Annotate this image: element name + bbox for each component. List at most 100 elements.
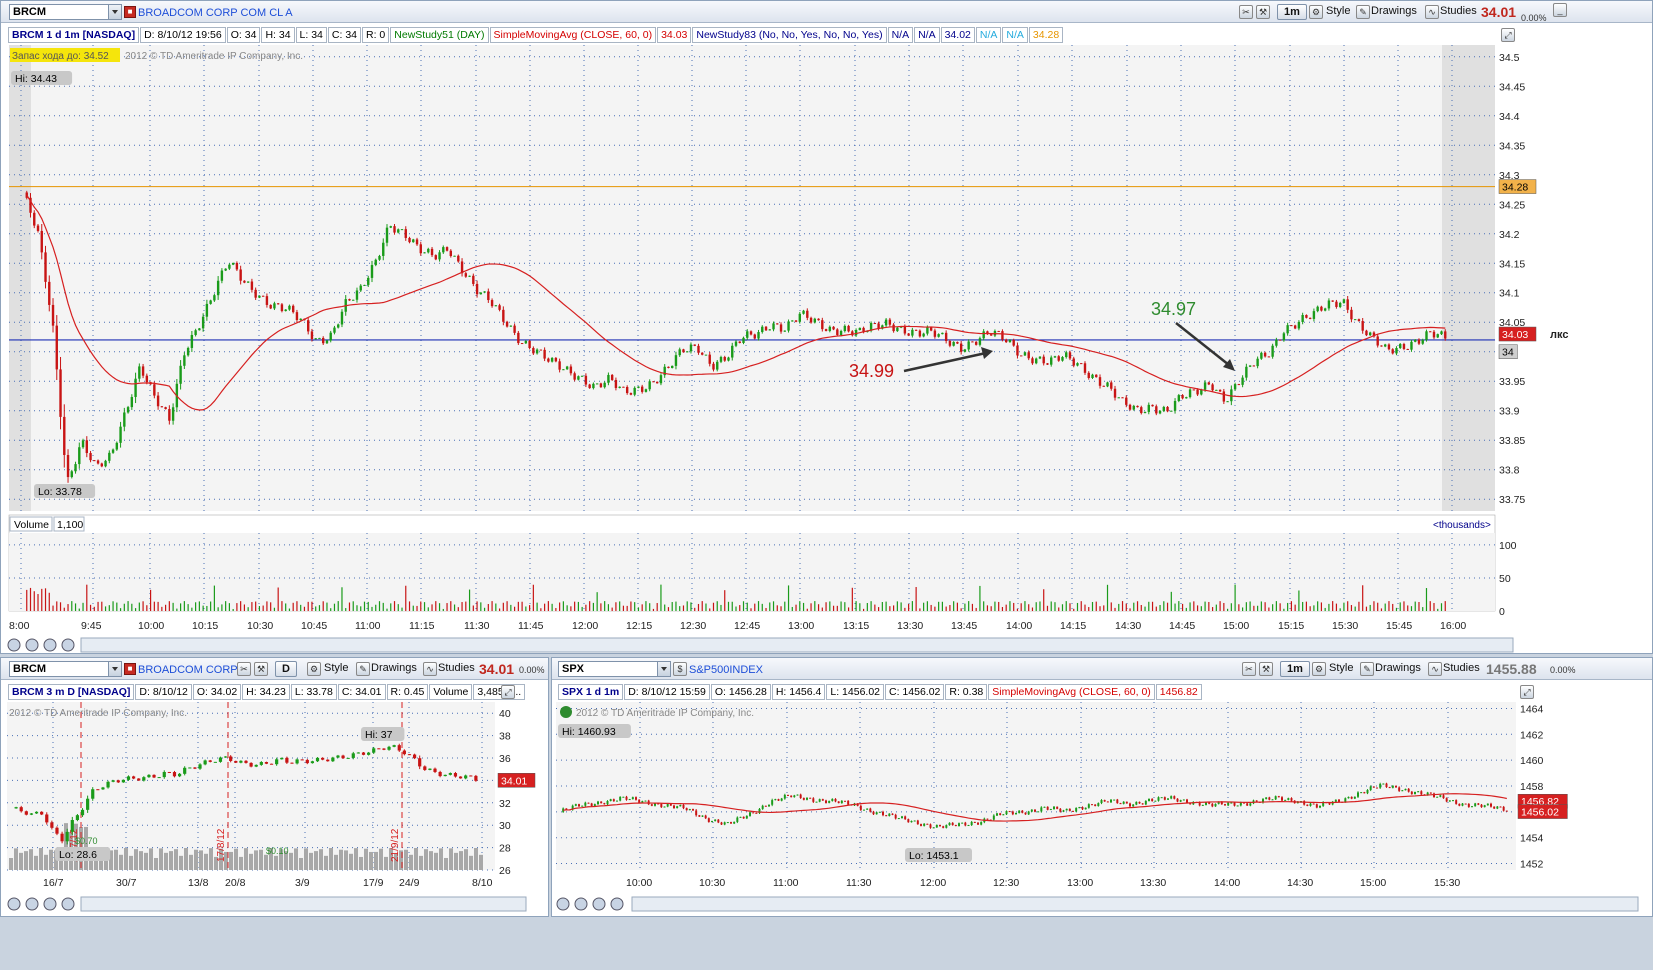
- main-candle: [115, 442, 119, 450]
- volume-bar: [154, 857, 158, 870]
- right-price-chart[interactable]: 2012 © TD Ameritrade IP Company, Inc. 145…: [552, 702, 1652, 916]
- studies-button[interactable]: Studies: [1437, 4, 1480, 20]
- main-candle: [213, 295, 216, 301]
- main-candle: [1248, 365, 1252, 367]
- main-candle: [933, 330, 937, 337]
- chevron-down-icon[interactable]: [108, 5, 121, 19]
- volume-bar: [304, 848, 308, 870]
- volume-bar: [419, 855, 423, 870]
- link-icon[interactable]: ■: [124, 6, 136, 18]
- spx-candle: [679, 804, 682, 807]
- left-candle: [75, 815, 80, 821]
- left-candle: [45, 814, 49, 823]
- spx-candle: [1091, 804, 1093, 806]
- zoom-out-icon: [25, 897, 39, 911]
- main-candle: [809, 317, 813, 323]
- style-button[interactable]: Style: [1323, 4, 1353, 20]
- spx-candle: [1043, 806, 1046, 808]
- spx-candle: [999, 813, 1002, 815]
- main-candle: [1050, 357, 1053, 365]
- left-style-button[interactable]: Style: [321, 661, 351, 677]
- right-symbol-selector[interactable]: SPX: [558, 661, 671, 677]
- volume-plot: [9, 533, 1495, 611]
- volume-bar: [169, 851, 173, 870]
- left-candle: [428, 768, 432, 770]
- main-candle: [1316, 306, 1319, 312]
- spx-candle: [1334, 799, 1337, 802]
- info-field: H: 1456.4: [771, 684, 826, 700]
- left-candle: [423, 766, 427, 770]
- symbol-selector[interactable]: BRCM: [9, 4, 122, 20]
- right-style-button[interactable]: Style: [1326, 661, 1356, 677]
- spx-candle: [1382, 783, 1385, 785]
- x-tick-label: 11:30: [464, 620, 490, 632]
- main-candle: [1252, 365, 1256, 367]
- main-candle: [1170, 410, 1173, 412]
- drawings-button[interactable]: Drawings: [1368, 4, 1420, 20]
- spx-candle: [723, 822, 726, 825]
- y-tick-label: 40: [499, 708, 511, 720]
- main-candle: [686, 351, 689, 353]
- spx-candle: [1328, 802, 1331, 805]
- wrench-icon[interactable]: ⚒: [254, 662, 268, 676]
- maximize-icon[interactable]: ⤢: [1501, 28, 1515, 42]
- main-candle: [1327, 300, 1331, 309]
- main-candle: [839, 331, 843, 336]
- spx-candle: [980, 822, 983, 825]
- pointer-icon: [610, 897, 624, 911]
- info-field: 34.02: [940, 27, 975, 43]
- scissors-icon[interactable]: ✂: [237, 662, 251, 676]
- window-minimize-icon[interactable]: _: [1553, 3, 1567, 17]
- scissors-icon[interactable]: ✂: [1242, 662, 1256, 676]
- volume-bar: [384, 856, 388, 870]
- right-period-button[interactable]: 1m: [1280, 661, 1310, 677]
- main-price-chart[interactable]: 34.534.4534.434.3534.334.2534.234.1534.1…: [1, 45, 1653, 653]
- spx-candle: [1129, 803, 1131, 807]
- spx-candle: [1496, 806, 1499, 809]
- left-studies-button[interactable]: Studies: [435, 661, 478, 677]
- spx-candle: [1021, 810, 1024, 813]
- spx-candle: [1027, 811, 1030, 815]
- left-period-button[interactable]: D: [275, 661, 297, 677]
- main-candle: [352, 299, 355, 301]
- main-candle: [963, 349, 967, 352]
- main-candle: [1087, 372, 1090, 379]
- main-candle: [1237, 384, 1241, 386]
- main-candle: [798, 313, 801, 322]
- volume-value: 1,100: [57, 519, 83, 531]
- chevron-down-icon[interactable]: [108, 662, 121, 676]
- right-studies-button[interactable]: Studies: [1440, 661, 1483, 677]
- left-price-chart[interactable]: 2012 © TD Ameritrade IP Company, Inc. 17/…: [1, 702, 550, 916]
- company-name: BROADCOM CORP COM CL A: [138, 7, 293, 19]
- left-symbol-selector[interactable]: BRCM: [9, 661, 122, 677]
- spx-candle: [825, 800, 827, 803]
- main-candle: [1065, 352, 1068, 358]
- maximize-icon[interactable]: ⤢: [1520, 685, 1534, 699]
- x-tick-label: 10:30: [247, 620, 273, 632]
- spx-candle: [673, 805, 675, 809]
- info-field: H: 34.23: [242, 684, 290, 700]
- left-candle: [310, 761, 315, 764]
- main-candle: [1226, 401, 1229, 403]
- main-candle: [494, 305, 498, 307]
- left-link-icon[interactable]: ■: [124, 663, 136, 675]
- spx-candle: [1132, 804, 1135, 807]
- main-candle: [138, 366, 141, 379]
- afterhours-shade: [1442, 45, 1495, 511]
- main-candle: [509, 325, 513, 327]
- main-candle: [888, 319, 892, 325]
- x-tick-label: 13:30: [1140, 877, 1166, 889]
- left-candle: [269, 763, 274, 765]
- volume-bar: [39, 848, 43, 870]
- left-drawings-button[interactable]: Drawings: [368, 661, 420, 677]
- scissors-icon[interactable]: ✂: [1239, 5, 1253, 19]
- right-drawings-button[interactable]: Drawings: [1372, 661, 1424, 677]
- wrench-icon[interactable]: ⚒: [1259, 662, 1273, 676]
- chevron-down-icon[interactable]: [657, 662, 670, 676]
- main-candle: [704, 354, 708, 356]
- event-line-label: 21/9/12: [390, 828, 401, 862]
- wrench-icon[interactable]: ⚒: [1256, 5, 1270, 19]
- spx-candle: [1138, 801, 1141, 804]
- maximize-icon[interactable]: ⤢: [501, 685, 515, 699]
- period-button[interactable]: 1m: [1277, 4, 1307, 20]
